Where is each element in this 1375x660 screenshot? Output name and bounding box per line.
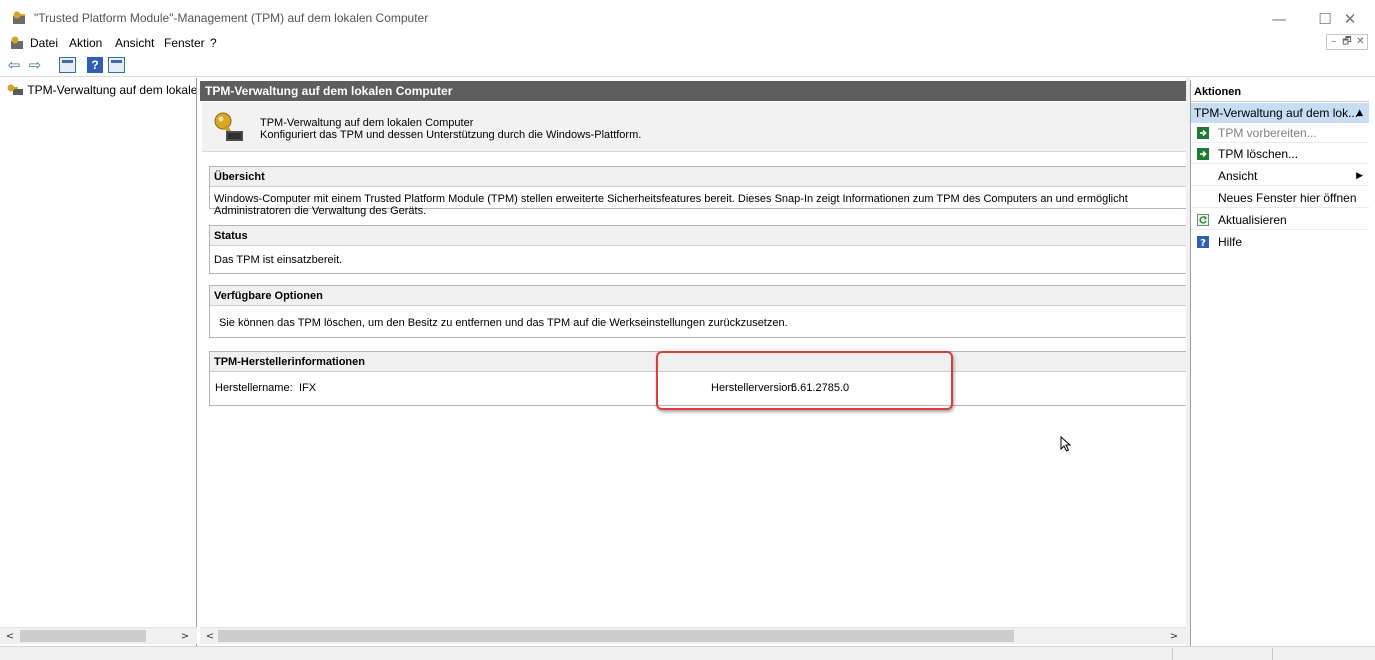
action-label: Hilfe — [1218, 235, 1243, 249]
mdi-window-buttons: – 🗗 ✕ — [1326, 34, 1368, 50]
tpm-menu-icon[interactable] — [10, 36, 24, 50]
menu-ansicht[interactable]: Ansicht — [115, 36, 154, 50]
status-divider — [1172, 648, 1173, 660]
action-label: Aktualisieren — [1218, 213, 1287, 227]
status-title: Status — [210, 226, 1186, 246]
manufacturer-name-value: IFX — [299, 382, 317, 394]
submenu-arrow-icon: ▶ — [1356, 171, 1363, 181]
options-section: Verfügbare Optionen Sie können das TPM l… — [209, 285, 1186, 338]
action-hilfe[interactable]: ? Hilfe — [1191, 232, 1369, 252]
svg-text:?: ? — [1200, 238, 1206, 248]
mdi-minimize-button[interactable]: – — [1327, 35, 1340, 49]
action-label: TPM vorbereiten... — [1218, 126, 1317, 140]
overview-text: Windows-Computer mit einem Trusted Platf… — [214, 193, 1128, 217]
actions-pane: Aktionen TPM-Verwaltung auf dem lok... ▲… — [1190, 80, 1375, 646]
scroll-right-icon[interactable]: > — [177, 629, 193, 644]
intro-panel: TPM-Verwaltung auf dem lokalen Computer … — [202, 102, 1186, 152]
menu-datei[interactable]: Datei — [30, 36, 58, 50]
mdi-close-button[interactable]: ✕ — [1354, 35, 1367, 49]
intro-description: Konfiguriert das TPM und dessen Unterstü… — [260, 129, 642, 141]
status-bar — [0, 646, 1375, 660]
menu-aktion[interactable]: Aktion — [69, 36, 102, 50]
status-section: Status Das TPM ist einsatzbereit. — [209, 225, 1186, 274]
details-horizontal-scrollbar[interactable]: < > — [200, 627, 1186, 644]
overview-title: Übersicht — [210, 167, 1186, 187]
options-title: Verfügbare Optionen — [210, 286, 1186, 306]
green-run-icon — [1197, 127, 1209, 139]
scroll-thumb[interactable] — [20, 630, 146, 642]
window-title: "Trusted Platform Module"-Management (TP… — [34, 11, 429, 25]
manufacturer-name-label: Herstellername: — [215, 382, 293, 394]
scroll-left-icon[interactable]: < — [202, 629, 218, 644]
mouse-cursor-icon — [1060, 436, 1072, 452]
action-aktualisieren[interactable]: Aktualisieren — [1191, 210, 1369, 230]
collapse-caret-icon[interactable]: ▲ — [1356, 103, 1363, 123]
tpm-key-icon — [214, 112, 243, 141]
menu-fenster[interactable]: Fenster — [164, 36, 205, 50]
forward-arrow-icon[interactable]: ⇨ — [26, 56, 44, 74]
status-divider — [1272, 648, 1273, 660]
tree-item-tpm-management[interactable]: TPM-Verwaltung auf dem lokalen Computer — [6, 82, 196, 98]
options-text: Sie können das TPM löschen, um den Besit… — [219, 317, 788, 329]
scroll-right-icon[interactable]: > — [1166, 629, 1182, 644]
green-run-icon — [1197, 148, 1209, 160]
console-tree: TPM-Verwaltung auf dem lokalen Computer — [0, 78, 197, 646]
toolbar: ⇦ ⇨ ? — [0, 53, 1375, 77]
tree-horizontal-scrollbar[interactable]: < > — [0, 627, 197, 644]
action-tpm-vorbereiten[interactable]: TPM vorbereiten... — [1191, 123, 1369, 143]
help-icon[interactable]: ? — [87, 57, 103, 73]
tree-item-label: TPM-Verwaltung auf dem lokalen Computer — [27, 82, 196, 97]
mdi-restore-button[interactable]: 🗗 — [1340, 35, 1353, 49]
refresh-icon — [1197, 214, 1209, 226]
action-label: Ansicht — [1218, 169, 1258, 183]
details-header: TPM-Verwaltung auf dem lokalen Computer — [200, 81, 1186, 101]
actions-header: Aktionen — [1191, 82, 1369, 102]
show-hide-console-tree-icon[interactable] — [59, 57, 76, 73]
back-arrow-icon[interactable]: ⇦ — [5, 56, 23, 74]
action-ansicht[interactable]: Ansicht ▶ — [1191, 166, 1369, 186]
menu-help[interactable]: ? — [210, 36, 217, 50]
menu-bar: Datei Aktion Ansicht Fenster ? — [0, 33, 1375, 53]
scroll-left-icon[interactable]: < — [2, 629, 18, 644]
intro-title: TPM-Verwaltung auf dem lokalen Computer — [260, 117, 474, 129]
scroll-thumb[interactable] — [218, 630, 1014, 642]
action-tpm-loeschen[interactable]: TPM löschen... — [1191, 144, 1369, 164]
actions-group-header[interactable]: TPM-Verwaltung auf dem lok... ▲ — [1191, 103, 1369, 123]
status-text: Das TPM ist einsatzbereit. — [214, 254, 343, 266]
action-neues-fenster[interactable]: Neues Fenster hier öffnen — [1191, 188, 1369, 208]
close-button[interactable]: ✕ — [1327, 6, 1373, 32]
action-label: TPM löschen... — [1218, 147, 1299, 161]
version-highlight-box — [656, 351, 953, 410]
key-chip-icon — [7, 84, 23, 95]
help-icon: ? — [1197, 236, 1209, 248]
actions-group-label: TPM-Verwaltung auf dem lok... — [1194, 106, 1359, 120]
tpm-app-icon — [13, 11, 25, 24]
overview-section: Übersicht Windows-Computer mit einem Tru… — [209, 166, 1186, 217]
action-label: Neues Fenster hier öffnen — [1218, 191, 1357, 205]
title-bar: "Trusted Platform Module"-Management (TP… — [0, 0, 1375, 33]
minimize-button[interactable]: — — [1256, 6, 1302, 32]
show-hide-action-pane-icon[interactable] — [108, 57, 125, 73]
